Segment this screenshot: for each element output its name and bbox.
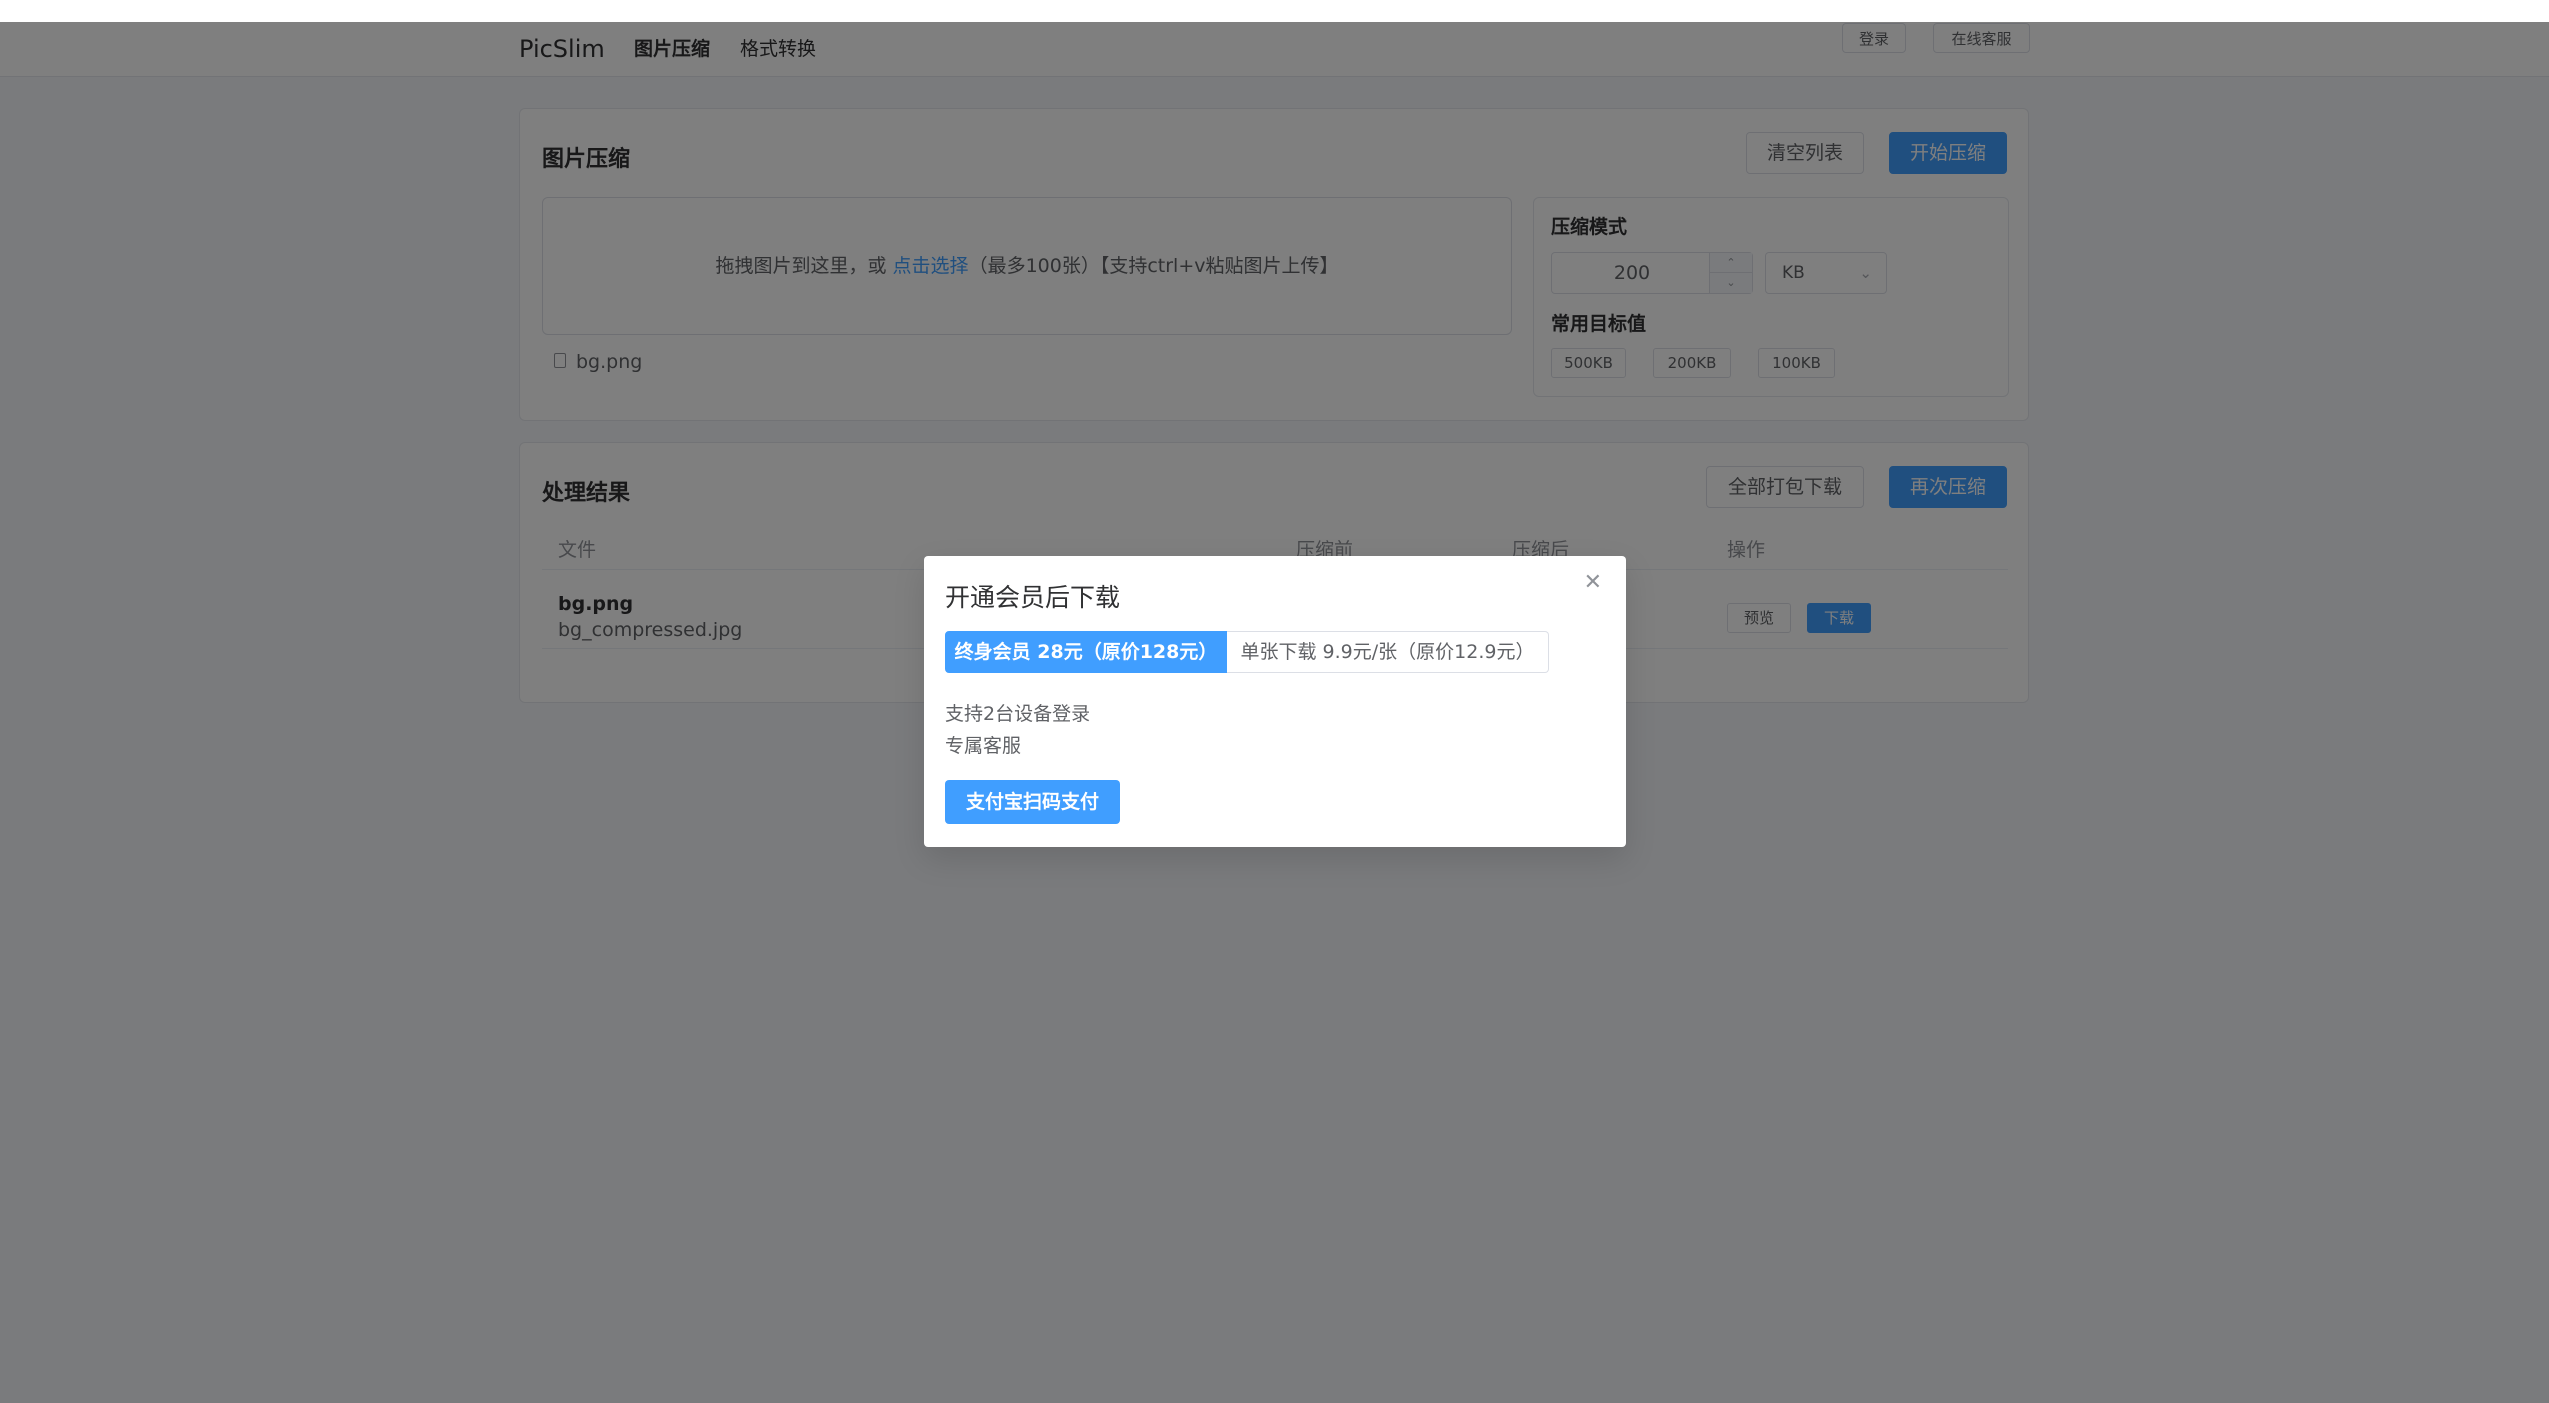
tab-single-download[interactable]: 单张下载 9.9元/张（原价12.9元） [1227,631,1549,673]
alipay-button[interactable]: 支付宝扫码支付 [945,780,1120,824]
feature-devices: 支持2台设备登录 [945,703,1091,725]
membership-dialog: 开通会员后下载 ✕ 终身会员 28元（原价128元） 单张下载 9.9元/张（原… [924,556,1626,847]
close-icon[interactable]: ✕ [1584,570,1602,595]
tab-lifetime-membership[interactable]: 终身会员 28元（原价128元） [945,631,1227,673]
browser-top-strip [0,0,2549,22]
plan-tabs: 终身会员 28元（原价128元） 单张下载 9.9元/张（原价12.9元） [945,631,1549,673]
dialog-title: 开通会员后下载 [945,583,1121,612]
feature-support: 专属客服 [945,735,1022,757]
